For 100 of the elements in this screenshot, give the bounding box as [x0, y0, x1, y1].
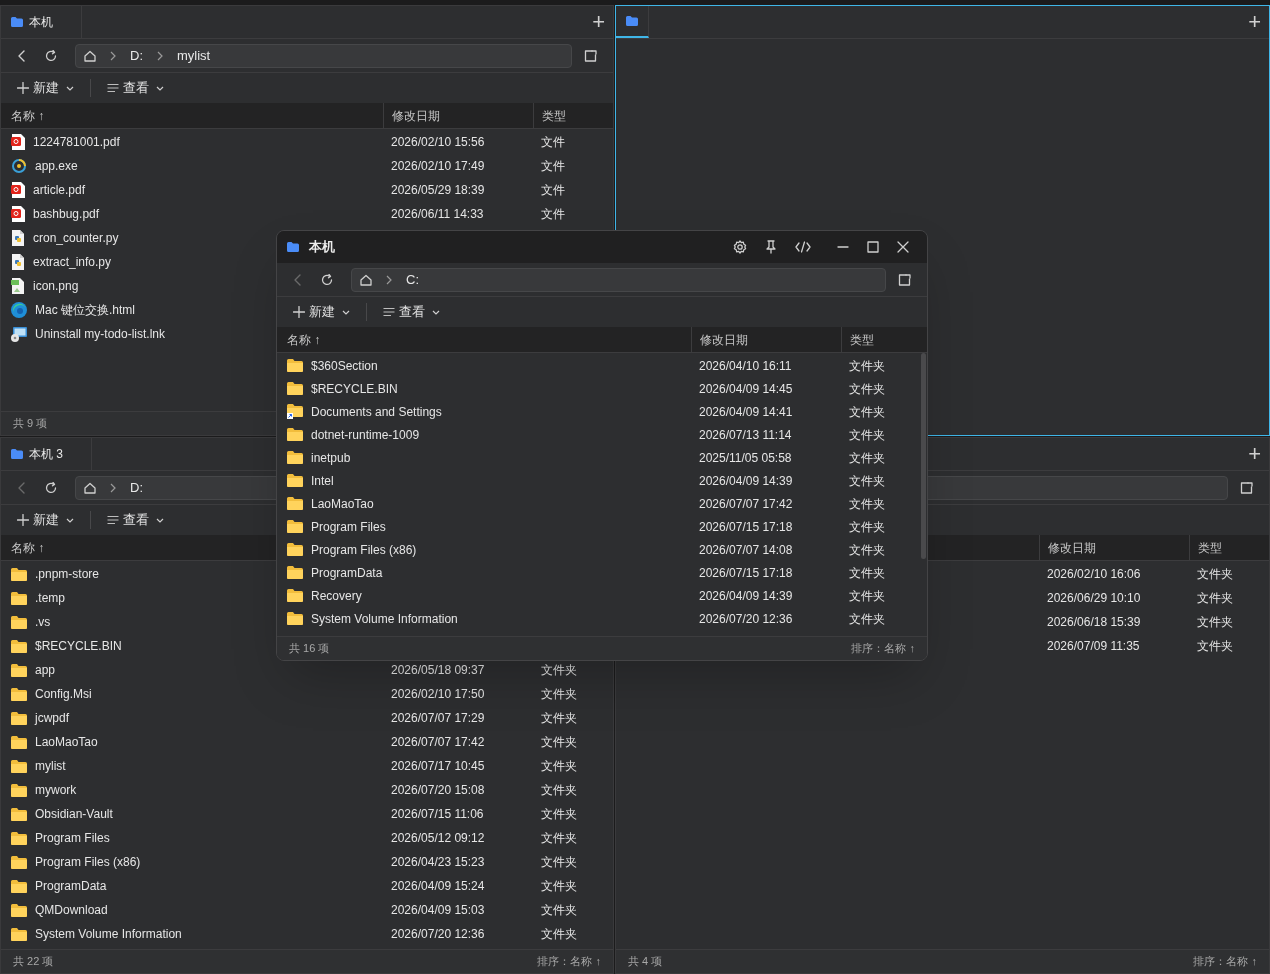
modified-date: 2026/02/10 15:56	[391, 135, 485, 149]
file-name[interactable]: .temp	[35, 589, 65, 607]
open-window-icon[interactable]	[898, 273, 911, 286]
file-type: 文件夹	[849, 427, 885, 442]
refresh-icon[interactable]	[321, 273, 333, 286]
file-name[interactable]: ProgramData	[311, 563, 383, 582]
view-button[interactable]: 查看	[383, 302, 440, 322]
file-name[interactable]: .pnpm-store	[35, 565, 100, 583]
file-name[interactable]: QMDownload	[35, 901, 108, 919]
file-type: 文件夹	[849, 404, 885, 419]
file-name[interactable]: extract_info.py	[33, 253, 112, 271]
breadcrumb-link[interactable]: C:	[406, 273, 419, 286]
file-name[interactable]: LaoMaoTao	[311, 494, 374, 513]
new-button[interactable]: 新建	[293, 302, 350, 322]
file-type: 文件夹	[541, 783, 577, 797]
item-count: 共 9 项	[13, 416, 48, 432]
refresh-icon[interactable]	[45, 49, 57, 62]
file-name[interactable]: cron_counter.py	[33, 229, 119, 247]
refresh-icon[interactable]	[45, 481, 57, 494]
breadcrumb-link[interactable]: D:	[130, 481, 143, 494]
file-name[interactable]: $RECYCLE.BIN	[311, 379, 398, 398]
file-name[interactable]: inetpub	[311, 448, 351, 467]
column-header[interactable]: 修改日期	[700, 330, 748, 349]
column-header[interactable]: 修改日期	[1048, 538, 1096, 557]
column-header[interactable]: 名称 ↑	[287, 330, 321, 349]
file-name[interactable]: System Volume Information	[311, 609, 458, 628]
view-button[interactable]: 查看	[107, 510, 164, 530]
view-button[interactable]: 查看	[107, 78, 164, 98]
file-name[interactable]: Program Files (x86)	[35, 853, 141, 871]
back-icon[interactable]	[17, 49, 27, 62]
folder-icon	[11, 615, 27, 629]
file-type: 文件夹	[849, 450, 885, 465]
new-tab-button[interactable]: +	[1248, 11, 1261, 33]
caret-icon	[432, 309, 440, 315]
file-name[interactable]: Documents and Settings	[311, 402, 442, 421]
file-name[interactable]: app.exe	[35, 157, 78, 175]
tab[interactable]	[616, 6, 649, 38]
open-window-icon[interactable]	[1240, 481, 1253, 494]
folder-icon	[287, 474, 303, 487]
new-button[interactable]: 新建	[17, 510, 74, 530]
shortcut-icon	[11, 326, 27, 342]
file-name[interactable]: 1224781001.pdf	[33, 133, 120, 151]
file-name[interactable]: article.pdf	[33, 181, 86, 199]
breadcrumb-link[interactable]: D:	[130, 49, 143, 62]
pin-icon[interactable]	[765, 240, 777, 254]
home-icon[interactable]	[84, 481, 96, 494]
home-icon[interactable]	[84, 49, 96, 62]
file-name[interactable]: ProgramData	[35, 877, 107, 895]
file-name[interactable]: bashbug.pdf	[33, 205, 100, 223]
column-header[interactable]: 名称 ↑	[11, 106, 45, 125]
column-header[interactable]: 类型	[542, 106, 566, 125]
file-name[interactable]: app	[35, 661, 56, 679]
file-name[interactable]: Obsidian-Vault	[35, 805, 113, 823]
address-field[interactable]: C:	[351, 267, 886, 292]
address-field[interactable]: D: mylist	[75, 43, 572, 68]
tab[interactable]: 本机	[1, 6, 82, 38]
file-name[interactable]: System Volume Information	[35, 925, 182, 943]
file-name[interactable]: jcwpdf	[35, 709, 69, 727]
sort-label[interactable]: 排序：名称 ↑	[851, 640, 915, 657]
modified-date: 2026/07/07 17:42	[391, 735, 485, 749]
file-name[interactable]: .vs	[35, 613, 51, 631]
breadcrumb-link[interactable]: mylist	[177, 49, 211, 62]
close-icon[interactable]	[897, 241, 909, 253]
home-icon[interactable]	[360, 273, 372, 286]
file-name[interactable]: Mac 键位交换.html	[35, 301, 135, 319]
scrollbar-thumb[interactable]	[921, 353, 926, 559]
file-name[interactable]: dotnet-runtime-1009	[311, 425, 420, 444]
code-icon[interactable]	[795, 241, 811, 253]
file-name[interactable]: Recovery	[311, 586, 362, 605]
maximize-icon[interactable]	[867, 241, 879, 253]
file-name[interactable]: Config.Msi	[35, 685, 92, 703]
modified-date: 2026/04/09 14:41	[699, 404, 793, 419]
file-name[interactable]: LaoMaoTao	[35, 733, 98, 751]
column-header[interactable]: 名称 ↑	[11, 538, 45, 557]
file-name[interactable]: $RECYCLE.BIN	[35, 637, 122, 655]
caret-icon	[342, 309, 350, 315]
new-tab-button[interactable]: +	[592, 11, 605, 33]
sort-label[interactable]: 排序：名称 ↑	[537, 953, 601, 970]
column-header[interactable]: 类型	[1198, 538, 1222, 557]
file-name[interactable]: Intel	[311, 471, 334, 490]
open-window-icon[interactable]	[584, 49, 597, 62]
file-name[interactable]: $360Section	[311, 356, 378, 375]
settings-icon[interactable]	[733, 240, 747, 254]
modified-date: 2026/04/23 15:23	[391, 855, 485, 869]
file-name[interactable]: Uninstall my-todo-list.lnk	[35, 325, 166, 343]
modified-date: 2026/05/18 09:37	[391, 663, 485, 677]
column-header[interactable]: 类型	[850, 330, 874, 349]
file-name[interactable]: Program Files	[311, 517, 386, 536]
file-name[interactable]: Program Files	[35, 829, 110, 847]
lines-icon	[107, 83, 119, 93]
sort-label[interactable]: 排序：名称 ↑	[1193, 953, 1257, 970]
file-name[interactable]: mywork	[35, 781, 77, 799]
file-name[interactable]: mylist	[35, 757, 66, 775]
file-name[interactable]: icon.png	[33, 277, 79, 295]
tab[interactable]: 本机 3	[1, 438, 92, 470]
new-button[interactable]: 新建	[17, 78, 74, 98]
file-name[interactable]: Program Files (x86)	[311, 540, 417, 559]
folder-icon	[11, 449, 23, 459]
column-header[interactable]: 修改日期	[392, 106, 440, 125]
new-tab-button[interactable]: +	[1248, 443, 1261, 465]
